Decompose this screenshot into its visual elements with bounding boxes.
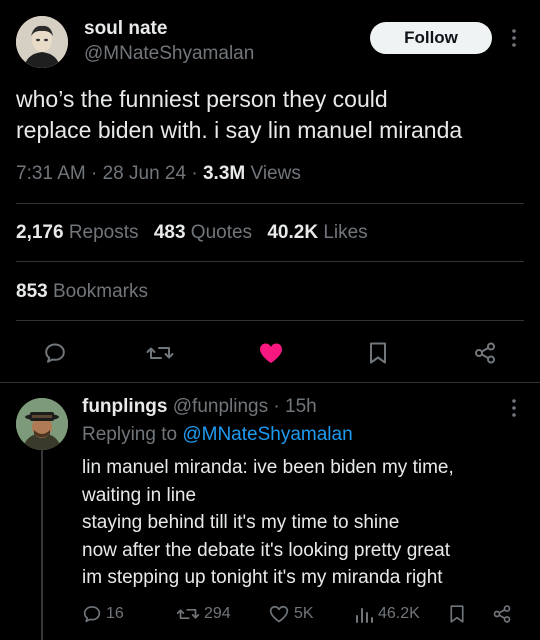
reply-action-likes[interactable]: 5K xyxy=(268,602,314,626)
reposts-label: Reposts xyxy=(68,222,139,243)
views-icon xyxy=(356,608,373,623)
tweet-text-line: who’s the funniest person they could xyxy=(16,86,388,112)
repost-icon xyxy=(176,609,200,619)
bookmark-icon[interactable] xyxy=(363,338,393,368)
follow-button[interactable]: Follow xyxy=(370,22,492,54)
views-count: 46.2K xyxy=(378,605,420,622)
reply-text-line: now after the debate it's looking pretty… xyxy=(82,539,451,561)
reply-icon[interactable] xyxy=(40,338,70,368)
reply-author-name[interactable]: funplings xyxy=(82,396,167,417)
replying-to-label: Replying to xyxy=(82,424,178,445)
tweet-text-line: replace biden with. i say lin manuel mir… xyxy=(16,117,463,143)
author-avatar[interactable] xyxy=(16,16,68,68)
quotes-label: Quotes xyxy=(190,222,253,243)
tweet-text: who’s the funniest person they could rep… xyxy=(16,84,462,146)
repost-icon[interactable] xyxy=(143,338,177,368)
bookmarks-stat[interactable]: 853 Bookmarks xyxy=(16,281,148,303)
reposts-count: 294 xyxy=(204,605,231,622)
share-icon[interactable] xyxy=(470,338,500,368)
reply-share-icon[interactable] xyxy=(490,602,514,626)
bookmarks-count: 853 xyxy=(16,281,48,302)
likes-stat[interactable]: 40.2K Likes xyxy=(267,222,367,243)
reply-more-options-icon[interactable] xyxy=(504,396,524,420)
reply-action-reposts[interactable]: 294 xyxy=(176,602,231,626)
likes-count: 5K xyxy=(294,605,314,622)
reply-action-views[interactable]: 46.2K xyxy=(354,602,420,626)
bookmarks-label: Bookmarks xyxy=(52,281,149,302)
avatar-hat-man-icon xyxy=(16,398,68,450)
divider xyxy=(16,320,524,321)
meta-separator: · xyxy=(91,163,98,184)
reply-avatar[interactable] xyxy=(16,398,68,450)
like-icon[interactable] xyxy=(255,338,287,368)
like-outline-icon xyxy=(269,605,289,623)
views-count: 3.3M xyxy=(202,163,246,184)
reply-bookmark-icon[interactable] xyxy=(446,602,468,626)
reply-timestamp[interactable]: 15h xyxy=(285,396,317,417)
more-options-icon[interactable] xyxy=(504,26,524,50)
likes-label: Likes xyxy=(323,222,368,243)
quotes-stat[interactable]: 483 Quotes xyxy=(154,222,258,243)
divider xyxy=(0,382,540,383)
reply-separator: · xyxy=(273,396,280,417)
reply-text-line: waiting in line xyxy=(82,484,197,506)
divider xyxy=(16,203,524,204)
tweet-meta: 7:31 AM · 28 Jun 24 · 3.3M Views xyxy=(16,163,301,185)
reply-text-line: im stepping up tonight it's my miranda r… xyxy=(82,567,443,588)
replies-count: 16 xyxy=(106,605,124,622)
divider xyxy=(16,261,524,262)
reply-text-line: staying behind till it's my time to shin… xyxy=(82,512,400,533)
reposts-stat[interactable]: 2,176 Reposts xyxy=(16,222,144,243)
reply-icon xyxy=(83,606,101,623)
reply-action-replies[interactable]: 16 xyxy=(82,602,124,626)
reply-text-line: lin manuel miranda: ive been biden my ti… xyxy=(82,457,454,478)
quotes-count: 483 xyxy=(153,222,186,243)
views-label: Views xyxy=(250,163,301,184)
author-name[interactable]: soul nate xyxy=(84,18,167,40)
reply-header: funplings @funplings · 15h xyxy=(82,396,317,418)
replying-to: Replying to @MNateShyamalan xyxy=(82,424,353,446)
tweet-time[interactable]: 7:31 AM xyxy=(16,163,86,184)
reposts-count: 2,176 xyxy=(16,222,64,243)
tweet-date[interactable]: 28 Jun 24 xyxy=(103,163,186,184)
replying-to-handle[interactable]: @MNateShyamalan xyxy=(182,424,352,445)
reply-author-handle[interactable]: @funplings xyxy=(173,396,268,417)
avatar-portrait-icon xyxy=(16,16,68,68)
reply-thread-line xyxy=(41,450,43,640)
likes-count: 40.2K xyxy=(267,222,319,243)
engagement-stats: 2,176 Reposts 483 Quotes 40.2K Likes xyxy=(16,222,368,244)
reply-text: lin manuel miranda: ive been biden my ti… xyxy=(82,454,454,592)
meta-separator: · xyxy=(191,163,198,184)
author-handle[interactable]: @MNateShyamalan xyxy=(84,43,254,65)
